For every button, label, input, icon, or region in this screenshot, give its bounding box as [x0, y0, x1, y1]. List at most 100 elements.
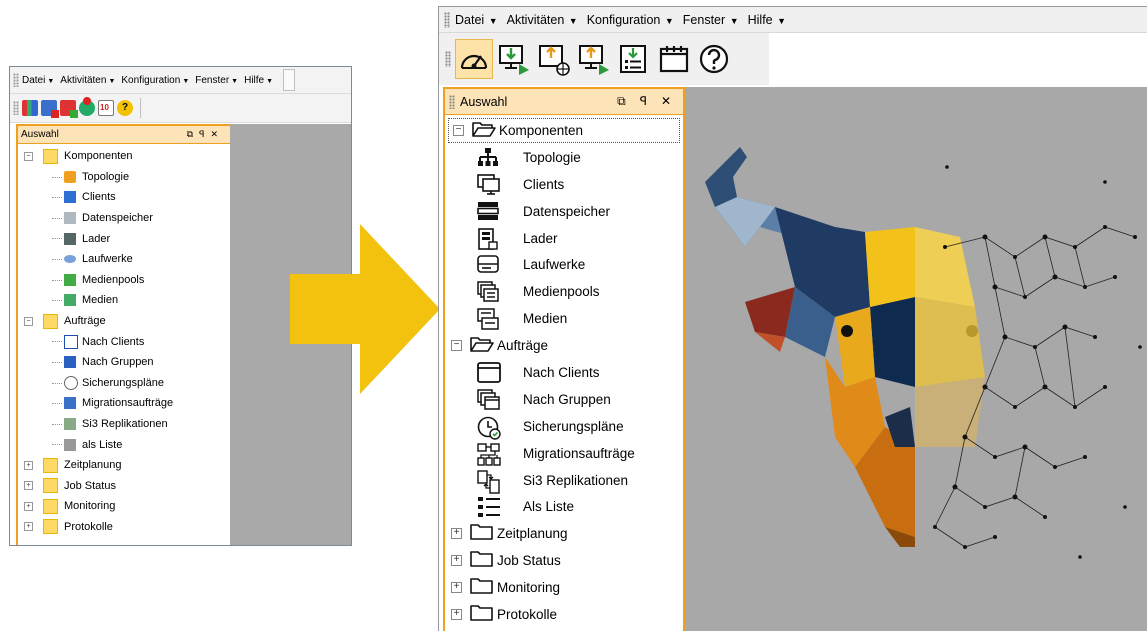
- menu-datei[interactable]: Datei ▼: [455, 13, 498, 27]
- toolbar-grip[interactable]: [13, 101, 19, 115]
- chevron-down-icon: ▼: [266, 77, 274, 85]
- menu-aktivitaeten[interactable]: Aktivitäten ▼: [507, 13, 578, 27]
- menu-fenster[interactable]: Fenster ▼: [195, 75, 238, 86]
- export-button[interactable]: [535, 39, 573, 79]
- tree-node-komponenten[interactable]: − Komponenten: [447, 117, 681, 144]
- tree-item-nach-clients[interactable]: Nach Clients: [18, 331, 230, 352]
- tree-item-laufwerke[interactable]: Laufwerke: [18, 249, 230, 270]
- expand-icon[interactable]: +: [24, 501, 33, 511]
- tree-item-clients[interactable]: Clients: [445, 171, 683, 198]
- tree-item-topologie[interactable]: Topologie: [445, 144, 683, 171]
- float-icon[interactable]: ⧉: [617, 94, 626, 109]
- dashboard-button[interactable]: [455, 39, 493, 79]
- expand-icon[interactable]: +: [24, 522, 33, 532]
- tree-item-topologie[interactable]: Topologie: [18, 167, 230, 188]
- tree-item-clients[interactable]: Clients: [18, 187, 230, 208]
- tree-item-lader[interactable]: Lader: [445, 225, 683, 252]
- expand-icon[interactable]: +: [451, 555, 462, 567]
- tree-item-datenspeicher[interactable]: Datenspeicher: [18, 208, 230, 229]
- old-menu-bar: Datei ▼ Aktivitäten ▼ Konfiguration ▼ Fenst…: [10, 67, 351, 94]
- import-icon[interactable]: [41, 100, 59, 118]
- expand-icon[interactable]: +: [451, 608, 462, 620]
- expand-icon[interactable]: +: [451, 582, 462, 594]
- tree-item-sicherungsplaene[interactable]: Sicherungspläne: [445, 413, 683, 440]
- tree-item-lader[interactable]: Lader: [18, 228, 230, 249]
- calendar-button[interactable]: [655, 39, 693, 79]
- tree-node-auftraege[interactable]: − Aufträge: [18, 311, 230, 332]
- chevron-down-icon: ▼: [566, 15, 578, 26]
- tree-item-migrationsauftraege[interactable]: Migrationsaufträge: [18, 393, 230, 414]
- tree-node-protokolle[interactable]: + Protokolle: [18, 517, 230, 538]
- collapse-icon[interactable]: −: [24, 151, 33, 161]
- folder-icon: [43, 457, 58, 473]
- import-button[interactable]: [495, 39, 533, 79]
- menu-datei[interactable]: Datei ▼: [22, 75, 54, 86]
- tree-item-medienpools[interactable]: Medienpools: [445, 278, 683, 305]
- export-icon[interactable]: [60, 100, 78, 118]
- tree-node-zeitplanung[interactable]: + Zeitplanung: [445, 520, 683, 547]
- menu-konfiguration[interactable]: Konfiguration ▼: [587, 13, 674, 27]
- calendar-icon[interactable]: [98, 100, 114, 116]
- tree-node-protokolle[interactable]: + Protokolle: [445, 601, 683, 628]
- expand-icon[interactable]: +: [24, 460, 33, 470]
- menu-fenster[interactable]: Fenster ▼: [683, 13, 739, 27]
- folder-icon: [470, 524, 493, 541]
- topology-icon: [478, 147, 498, 166]
- upload-button[interactable]: [575, 39, 613, 79]
- expand-icon[interactable]: +: [24, 481, 33, 491]
- tree-item-medien[interactable]: Medien: [445, 305, 683, 332]
- menu-hilfe[interactable]: Hilfe ▼: [748, 13, 786, 27]
- bull-logo-image: [705, 147, 1142, 559]
- list-import-icon: [620, 45, 646, 73]
- tree-node-monitoring[interactable]: + Monitoring: [18, 496, 230, 517]
- statistics-icon[interactable]: [22, 100, 38, 116]
- restore-icon[interactable]: [79, 97, 95, 116]
- expand-icon[interactable]: +: [451, 528, 462, 540]
- panel-title: Auswahl: [21, 129, 59, 140]
- replication-icon: [477, 469, 500, 494]
- pin-icon[interactable]: ꟼ: [640, 94, 647, 109]
- upload-to-screen-icon: [579, 45, 609, 75]
- menu-aktivitaeten[interactable]: Aktivitäten ▼: [60, 75, 115, 86]
- window-icon: [64, 334, 78, 349]
- new-selection-panel: Auswahl ⧉ ꟼ ✕ − Komponenten Topologie Cl…: [443, 87, 685, 631]
- tree-node-job-status[interactable]: + Job Status: [18, 476, 230, 497]
- tree-item-si3-replikationen[interactable]: Si3 Replikationen: [445, 467, 683, 494]
- tree-node-job-status[interactable]: + Job Status: [445, 547, 683, 574]
- tree-node-komponenten[interactable]: − Komponenten: [18, 146, 230, 167]
- chevron-down-icon: ▼: [727, 15, 739, 26]
- float-icon[interactable]: ⧉: [187, 129, 199, 139]
- tree-item-datenspeicher[interactable]: Datenspeicher: [445, 198, 683, 225]
- help-icon[interactable]: ?: [117, 100, 133, 116]
- collapse-icon[interactable]: −: [451, 340, 462, 352]
- toolbar-grip[interactable]: [445, 51, 451, 67]
- tree-item-als-liste[interactable]: Als Liste: [445, 493, 683, 520]
- tree-item-nach-gruppen[interactable]: Nach Gruppen: [445, 386, 683, 413]
- tree-item-als-liste[interactable]: als Liste: [18, 434, 230, 455]
- menubar-grip[interactable]: [13, 73, 19, 87]
- help-button[interactable]: [695, 39, 733, 79]
- help-icon: [699, 44, 729, 74]
- tree-item-nach-gruppen[interactable]: Nach Gruppen: [18, 352, 230, 373]
- menu-konfiguration[interactable]: Konfiguration ▼: [121, 75, 189, 86]
- close-icon[interactable]: ✕: [661, 94, 671, 109]
- tree-item-laufwerke[interactable]: Laufwerke: [445, 251, 683, 278]
- tree-node-zeitplanung[interactable]: + Zeitplanung: [18, 455, 230, 476]
- panel-grip[interactable]: [449, 94, 455, 109]
- client-icon: [64, 191, 76, 204]
- tree-node-auftraege[interactable]: − Aufträge: [445, 332, 683, 359]
- tree-item-migrationsauftraege[interactable]: Migrationsaufträge: [445, 440, 683, 467]
- menubar-grip[interactable]: [444, 11, 450, 28]
- collapse-icon[interactable]: −: [453, 124, 464, 136]
- list-import-button[interactable]: [615, 39, 653, 79]
- tree-item-nach-clients[interactable]: Nach Clients: [445, 359, 683, 386]
- collapse-icon[interactable]: −: [24, 316, 33, 326]
- close-icon[interactable]: ✕: [210, 129, 224, 139]
- pin-icon[interactable]: ꟼ: [199, 129, 210, 139]
- tree-item-medien[interactable]: Medien: [18, 290, 230, 311]
- menu-hilfe[interactable]: Hilfe ▼: [244, 75, 273, 86]
- tree-item-sicherungsplaene[interactable]: Sicherungspläne: [18, 373, 230, 394]
- tree-item-medienpools[interactable]: Medienpools: [18, 270, 230, 291]
- tree-node-monitoring[interactable]: + Monitoring: [445, 574, 683, 601]
- tree-item-si3-replikationen[interactable]: Si3 Replikationen: [18, 414, 230, 435]
